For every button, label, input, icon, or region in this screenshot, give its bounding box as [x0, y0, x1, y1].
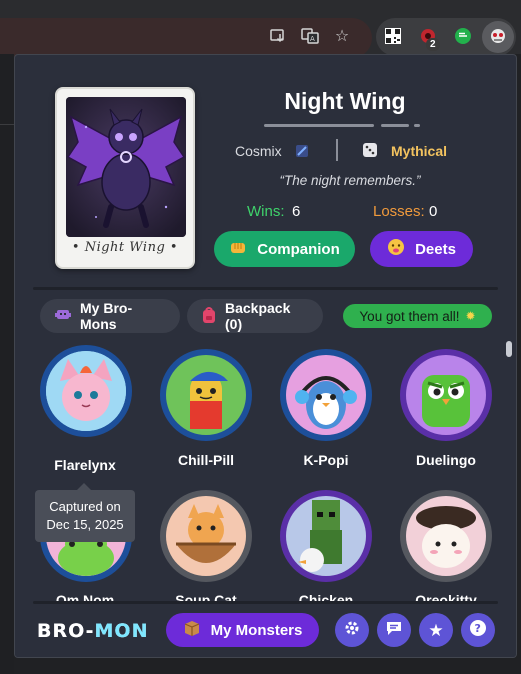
wins-label: Wins: [247, 203, 285, 220]
monster-name-label: Duelingo [416, 452, 476, 468]
name-underline [414, 124, 420, 127]
losses-value: 0 [429, 203, 438, 220]
losses-label: Losses: [373, 203, 425, 220]
monster-tile[interactable] [400, 490, 492, 582]
monster-tile[interactable] [400, 349, 492, 441]
set-icon [294, 143, 310, 162]
monster-tile[interactable] [160, 349, 252, 441]
tooltip-line: Captured on [49, 499, 121, 514]
card-label: • Night Wing • [71, 240, 179, 255]
backpack-icon [201, 306, 217, 327]
monster-name-label: K-Popi [303, 452, 349, 468]
companion-button[interactable]: Companion [214, 231, 355, 267]
extension-badge: 2 [426, 38, 440, 51]
monster-avatar [286, 496, 366, 576]
svg-text:A: A [310, 35, 315, 43]
alien-icon [54, 307, 72, 326]
chat-extension-icon[interactable] [451, 24, 475, 48]
gear-icon [343, 619, 361, 642]
page-divider [0, 124, 14, 125]
tab-label: Backpack (0) [225, 300, 291, 332]
bromon-logo: BRO-MON [37, 620, 148, 642]
status-text: You got them all! [359, 308, 460, 324]
help-button[interactable]: ? [461, 613, 495, 647]
bromon-extension-icon [486, 24, 510, 48]
star-icon: ★ [428, 620, 444, 640]
face-icon [387, 238, 405, 260]
monster-tile[interactable] [160, 490, 252, 582]
tab-my-bromons[interactable]: My Bro-Mons [40, 299, 180, 333]
night-wing-artwork [66, 97, 186, 237]
settings-button[interactable] [335, 613, 369, 647]
help-icon: ? [469, 619, 487, 642]
bookmark-star-icon[interactable]: ☆ [330, 24, 354, 48]
my-monsters-label: My Monsters [210, 621, 303, 639]
monster-name-label: Flarelynx [54, 457, 116, 473]
section-divider [33, 287, 498, 290]
rarity-label: Mythical [391, 143, 448, 159]
companion-label: Companion [257, 240, 340, 258]
monster-name-label: Chill-Pill [178, 452, 234, 468]
logo-text-left: BRO- [37, 620, 95, 642]
set-label: Cosmix [235, 143, 310, 162]
monster-quote: “The night remembers.” [279, 173, 421, 188]
monster-avatar [406, 355, 486, 435]
extension-popup: • Night Wing • Night Wing Cosmix Mythica… [14, 54, 517, 658]
collection-status-badge: You got them all! ✹ [343, 304, 492, 328]
fist-icon [229, 239, 247, 259]
monster-avatar [46, 351, 126, 431]
wins-value: 6 [292, 203, 301, 220]
deets-label: Deets [415, 240, 456, 258]
tab-label: My Bro-Mons [80, 300, 133, 332]
dice-icon [361, 141, 379, 164]
featured-monster-card[interactable]: • Night Wing • [55, 87, 195, 269]
monster-avatar [166, 355, 246, 435]
box-icon [183, 619, 201, 641]
name-underline [264, 124, 374, 127]
scrollbar-thumb[interactable] [506, 341, 512, 357]
monster-avatar [406, 496, 486, 576]
page-background [0, 54, 14, 674]
captured-tooltip: Captured on Dec 15, 2025 [35, 483, 135, 542]
monster-tile[interactable] [280, 490, 372, 582]
logo-text-right: MON [94, 620, 149, 642]
name-underline [381, 124, 409, 127]
svg-text:?: ? [475, 622, 481, 635]
chat-icon [385, 619, 403, 642]
stat-divider [336, 139, 338, 161]
monster-tile[interactable] [40, 345, 132, 437]
deets-button[interactable]: Deets [370, 231, 473, 267]
qr-code-extension-icon[interactable] [381, 24, 405, 48]
translate-icon[interactable]: A [298, 24, 322, 48]
monster-avatar [166, 496, 246, 576]
my-monsters-button[interactable]: My Monsters [166, 613, 319, 647]
monster-name: Night Wing [284, 88, 406, 114]
sparkle-icon: ✹ [465, 309, 476, 323]
install-app-icon[interactable] [266, 24, 290, 48]
set-name: Cosmix [235, 143, 282, 159]
tooltip-date: Dec 15, 2025 [46, 517, 124, 532]
favorites-button[interactable]: ★ [419, 613, 453, 647]
monster-avatar [286, 355, 366, 435]
messages-button[interactable] [377, 613, 411, 647]
tab-backpack[interactable]: Backpack (0) [187, 299, 323, 333]
footer-divider [33, 601, 498, 604]
monster-tile[interactable] [280, 349, 372, 441]
